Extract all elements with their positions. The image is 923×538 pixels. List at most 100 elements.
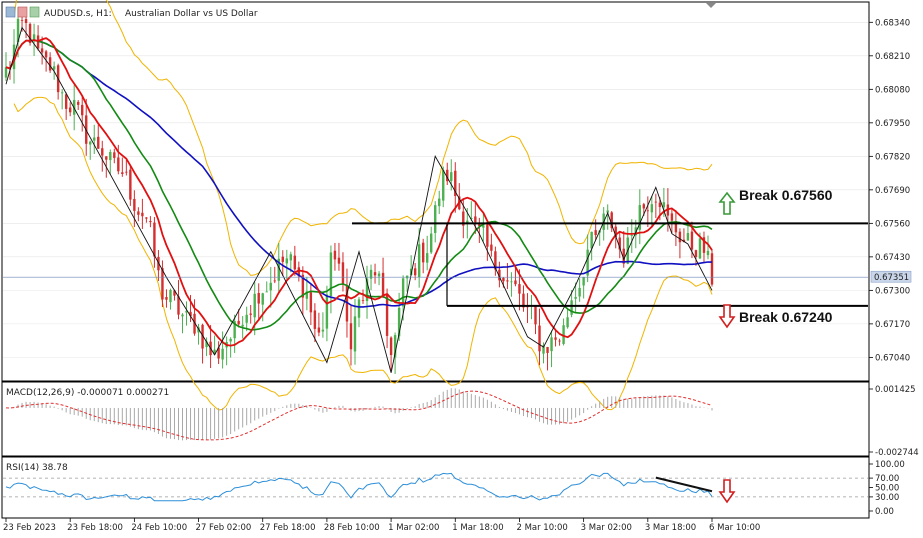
candle-body [24, 19, 28, 24]
macd-tick-label: -0.002744 [875, 448, 919, 458]
candle-body [566, 317, 569, 328]
trading-chart[interactable]: Break 0.67560 Break 0.67240 0.67351 0.6834… [0, 0, 923, 538]
candle-body [514, 280, 517, 285]
candle-body [20, 20, 24, 21]
candle-body [133, 198, 136, 211]
chart-canvas[interactable]: Break 0.67560 Break 0.67240 0.67351 0.6834… [0, 0, 923, 538]
candle-body [650, 204, 654, 213]
price-tick-label: 0.68080 [875, 85, 910, 95]
price-tick-label: 0.68210 [875, 52, 910, 62]
candle-body [678, 231, 682, 243]
candle-body [662, 202, 666, 208]
chart-type-icon-3[interactable] [29, 6, 40, 18]
candle-body [474, 216, 477, 223]
candle-body [690, 231, 694, 250]
candle-body [582, 276, 585, 286]
candle-body [161, 268, 164, 300]
candle-body [52, 66, 56, 70]
candle-body [245, 314, 248, 323]
price-tick-label: 0.67690 [875, 186, 910, 196]
candle-body [546, 347, 549, 353]
candle-body [77, 101, 80, 105]
time-tick-label: 24 Feb 10:00 [131, 523, 187, 533]
candle-body [253, 293, 256, 318]
bollinger-lower [13, 96, 713, 411]
candle-body [357, 299, 361, 318]
candle-body [377, 273, 381, 277]
candle-body [430, 233, 433, 253]
symbol-label: AUDUSD.s, H1: [44, 9, 112, 19]
candle-body [353, 316, 357, 352]
candle-body [177, 296, 180, 315]
candle-body [93, 137, 96, 141]
price-tick-label: 0.67820 [875, 152, 910, 162]
ma-blue [5, 39, 713, 308]
candle-body [413, 268, 417, 276]
price-tick-label: 0.67950 [875, 119, 910, 129]
macd-label: MACD(12,26,9) -0.000071 0.000271 [6, 388, 169, 398]
price-axis: 0.68340 0.68210 0.68080 0.67950 0.67820 0.676… [869, 18, 910, 363]
candle-body [101, 148, 104, 156]
break-up-label: Break 0.67560 [739, 187, 833, 203]
time-tick-label: 28 Feb 10:00 [324, 523, 380, 533]
candle-body [181, 314, 184, 317]
candle-body [309, 292, 313, 313]
chart-shift-icon[interactable] [706, 3, 716, 8]
candle-body [706, 250, 710, 256]
candle-body [125, 171, 128, 173]
rsi-label: RSI(14) 38.78 [6, 463, 68, 473]
candle-body [137, 211, 140, 215]
candle-body [590, 231, 593, 249]
chart-type-icon-2[interactable] [17, 6, 28, 18]
candle-body [337, 257, 341, 264]
rsi-pane-frame [1, 456, 870, 519]
candle-body [40, 48, 44, 53]
candle-body [113, 152, 116, 158]
candle-body [44, 51, 48, 58]
candle-body [510, 281, 513, 283]
candle-body [257, 292, 260, 304]
candle-body [285, 258, 288, 264]
time-axis: 23 Feb 2023 23 Feb 18:00 24 Feb 10:00 27 Fe… [3, 518, 760, 533]
candle-body [349, 323, 353, 350]
price-tick-label: 0.67300 [875, 286, 910, 296]
ma-green [5, 39, 713, 331]
candle-body [105, 156, 108, 160]
time-tick-label: 1 Mar 02:00 [388, 523, 439, 533]
price-tick-label: 0.67560 [875, 219, 910, 229]
candle-body [89, 141, 92, 145]
candle-body [261, 293, 264, 305]
candle-body [81, 104, 84, 116]
candle-body [710, 253, 714, 285]
price-tick-label: 0.67040 [875, 353, 910, 363]
candle-body [153, 222, 156, 257]
candle-body [698, 238, 702, 259]
candle-body [68, 107, 72, 113]
time-tick-label: 27 Feb 02:00 [196, 523, 252, 533]
candle-body [630, 235, 633, 236]
break-up-arrow-shape [718, 191, 736, 215]
candles [4, 7, 714, 374]
candle-body [434, 205, 437, 233]
candle-body [341, 262, 345, 284]
bollinger-upper [13, 0, 713, 276]
chart-type-icon-1[interactable] [5, 6, 16, 18]
macd-signal-line [5, 390, 713, 441]
candle-body [129, 169, 132, 200]
candle-body [518, 284, 521, 294]
candle-body [550, 337, 553, 352]
time-tick-label: 6 Mar 10:00 [709, 523, 760, 533]
candle-body [237, 320, 240, 325]
candle-body [60, 92, 64, 94]
candle-body [321, 329, 325, 332]
candle-body [538, 325, 541, 352]
candle-body [169, 290, 172, 303]
candle-body [149, 220, 152, 223]
time-tick-label: 27 Feb 18:00 [260, 523, 316, 533]
time-tick-label: 3 Mar 02:00 [581, 523, 632, 533]
candle-body [534, 306, 537, 325]
candle-body [97, 136, 100, 149]
candle-body [265, 291, 268, 293]
candle-body [313, 310, 317, 329]
candle-body [293, 255, 297, 270]
